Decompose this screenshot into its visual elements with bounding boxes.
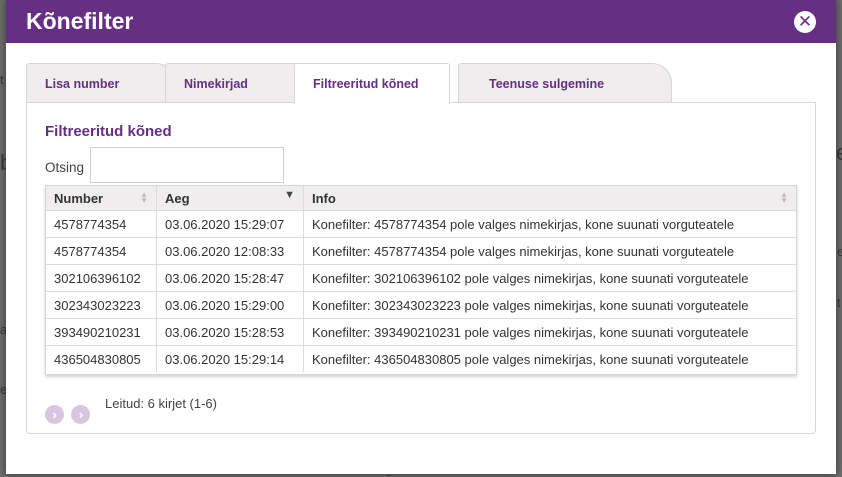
panel-title: Filtreeritud kõned <box>45 123 172 140</box>
cell-number: 302343023223 <box>46 291 157 319</box>
dialog-titlebar: Kõnefilter ✕ <box>6 0 836 43</box>
chevron-right-icon: › <box>52 407 57 422</box>
close-icon: ✕ <box>797 12 813 31</box>
tab-filtreeritud-koned[interactable]: Filtreeritud kõned <box>294 63 450 104</box>
next-page-button[interactable]: › <box>71 405 91 424</box>
cell-info: Konefilter: 436504830805 pole valges nim… <box>303 345 796 372</box>
table-header-row: Number ▲ ▼ Aeg ▼ Info ▲ ▼ <box>46 186 796 211</box>
cell-info: Konefilter: 393490210231 pole valges nim… <box>303 318 796 346</box>
prev-page-button[interactable]: › <box>45 405 64 424</box>
bg-text: e <box>836 140 842 166</box>
cell-time: 03.06.2020 12:08:33 <box>156 237 304 265</box>
sort-desc-icon: ▼ <box>284 189 295 201</box>
table-row[interactable]: 436504830805 03.06.2020 15:29:14 Konefil… <box>46 345 796 372</box>
dialog-title: Kõnefilter <box>26 8 134 34</box>
column-header-number[interactable]: Number ▲ ▼ <box>46 186 157 211</box>
konefilter-dialog: Kõnefilter ✕ Lisa number Nimekirjad Filt… <box>6 0 836 474</box>
cell-number: 4578774354 <box>46 210 157 238</box>
tab-panel: Filtreeritud kõned Otsing Number ▲ ▼ Aeg … <box>26 102 816 434</box>
tab-teenuse-sulgemine[interactable]: Teenuse sulgemine <box>458 63 672 102</box>
bg-text: e <box>837 244 842 259</box>
cell-time: 03.06.2020 15:28:53 <box>156 318 304 346</box>
tab-nimekirjad[interactable]: Nimekirjad <box>165 63 315 102</box>
cell-time: 03.06.2020 15:29:14 <box>156 345 304 372</box>
search-input[interactable] <box>90 147 284 183</box>
cell-time: 03.06.2020 15:29:07 <box>156 210 304 238</box>
tab-bar: Lisa number Nimekirjad Filtreeritud kõne… <box>26 63 816 104</box>
table-row[interactable]: 302106396102 03.06.2020 15:28:47 Konefil… <box>46 264 796 292</box>
results-count: Leitud: 6 kirjet (1-6) <box>105 396 217 411</box>
bg-text: t <box>0 72 4 87</box>
tab-label: Nimekirjad <box>184 77 248 91</box>
cell-info: Konefilter: 302106396102 pole valges nim… <box>303 264 796 292</box>
table-row[interactable]: 393490210231 03.06.2020 15:28:53 Konefil… <box>46 318 796 346</box>
chevron-right-icon: › <box>78 407 84 422</box>
column-header-info[interactable]: Info ▲ ▼ <box>303 186 796 211</box>
tab-lisa-number[interactable]: Lisa number <box>26 63 176 102</box>
cell-info: Konefilter: 4578774354 pole valges nimek… <box>303 210 796 238</box>
close-button[interactable]: ✕ <box>794 11 816 33</box>
pagination: › › <box>45 405 93 424</box>
sort-icon: ▲ ▼ <box>140 190 148 205</box>
cell-info: Konefilter: 302343023223 pole valges nim… <box>303 291 796 319</box>
cell-time: 03.06.2020 15:29:00 <box>156 291 304 319</box>
column-header-aeg[interactable]: Aeg ▼ <box>156 186 304 211</box>
tab-label: Teenuse sulgemine <box>489 77 605 91</box>
table-row[interactable]: 4578774354 03.06.2020 15:29:07 Konefilte… <box>46 210 796 238</box>
cell-number: 302106396102 <box>46 264 157 292</box>
cell-number: 4578774354 <box>46 237 157 265</box>
cell-time: 03.06.2020 15:28:47 <box>156 264 304 292</box>
cell-number: 436504830805 <box>46 345 157 372</box>
table-row[interactable]: 302343023223 03.06.2020 15:29:00 Konefil… <box>46 291 796 319</box>
cell-info: Konefilter: 4578774354 pole valges nimek… <box>303 237 796 265</box>
tab-label: Filtreeritud kõned <box>313 77 419 91</box>
table-row[interactable]: 4578774354 03.06.2020 12:08:33 Konefilte… <box>46 237 796 265</box>
search-label: Otsing <box>45 160 85 175</box>
calls-table: Number ▲ ▼ Aeg ▼ Info ▲ ▼ 4578774354 03.… <box>45 185 797 375</box>
bg-text: t <box>837 295 841 310</box>
tab-label: Lisa number <box>45 77 120 91</box>
cell-number: 393490210231 <box>46 318 157 346</box>
sort-icon: ▲ ▼ <box>780 190 788 205</box>
